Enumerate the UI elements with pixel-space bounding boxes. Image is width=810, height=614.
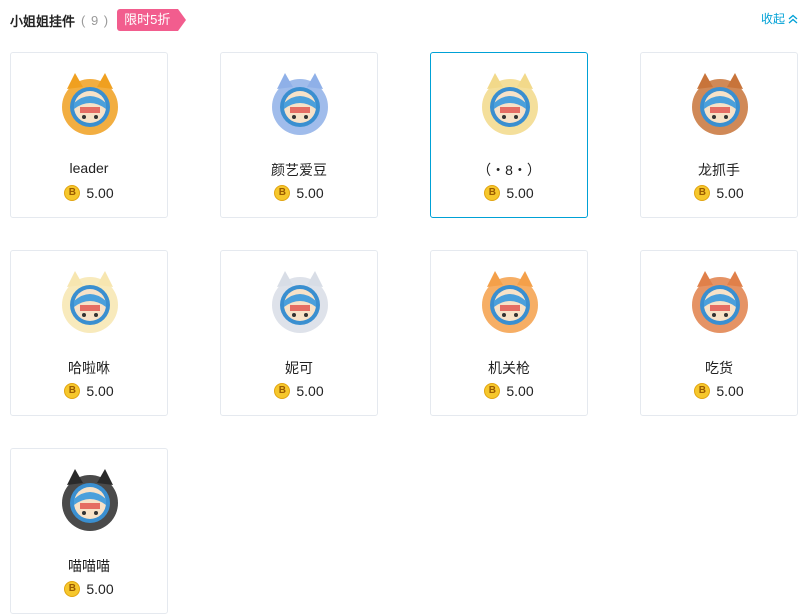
b-coin-icon: B [484, 185, 501, 201]
pendant-name: （・8・） [477, 162, 541, 178]
price-value: 5.00 [506, 185, 534, 201]
fox-ears-pendant-icon [685, 67, 755, 143]
pendant-price: B 5.00 [11, 185, 167, 201]
pendant-name: 哈啦咻 [68, 360, 110, 376]
pendant-price: B 5.00 [221, 383, 377, 399]
price-value: 5.00 [86, 185, 114, 201]
b-coin-icon: B [484, 383, 501, 399]
pendant-card[interactable]: 喵喵喵 B 5.00 [10, 448, 168, 614]
pendant-name: leader [69, 160, 109, 176]
section-header: 小姐姐挂件 ( 9 ) 限时5折 [10, 9, 187, 31]
pendant-card[interactable]: leader B 5.00 [10, 52, 168, 218]
pendant-card[interactable]: 机关枪 B 5.00 [430, 250, 588, 416]
pendant-price: B 5.00 [641, 383, 797, 399]
monkey-ears-pendant-icon [55, 67, 125, 143]
pendant-price: B 5.00 [11, 383, 167, 399]
price-value: 5.00 [716, 383, 744, 399]
b-coin-icon: B [694, 185, 711, 201]
price-value: 5.00 [86, 383, 114, 399]
bunny-ears-pendant-icon [265, 67, 335, 143]
pendant-card[interactable]: 吃货 B 5.00 [640, 250, 798, 416]
black-cat-pendant-icon [55, 463, 125, 539]
bow-bear-pendant-icon [475, 265, 545, 341]
pendant-price: B 5.00 [641, 185, 797, 201]
price-value: 5.00 [296, 383, 324, 399]
section-title: 小姐姐挂件 [10, 13, 76, 29]
collapse-label: 收起 [760, 12, 785, 26]
b-coin-icon: B [64, 581, 81, 597]
panda-pendant-icon [265, 265, 335, 341]
pendant-card[interactable]: （・8・） B 5.00 [430, 52, 588, 218]
b-coin-icon: B [274, 185, 291, 201]
pendant-card[interactable]: 龙抓手 B 5.00 [640, 52, 798, 218]
pendant-card[interactable]: 哈啦咻 B 5.00 [10, 250, 168, 416]
maid-pendant-icon [685, 265, 755, 341]
pendant-name: 龙抓手 [698, 162, 740, 178]
pendant-name: 机关枪 [488, 360, 530, 376]
pendant-price: B 5.00 [221, 185, 377, 201]
pendant-name: 颜艺爱豆 [271, 162, 327, 178]
price-value: 5.00 [86, 581, 114, 597]
b-coin-icon: B [274, 383, 291, 399]
pendant-card[interactable]: 妮可 B 5.00 [220, 250, 378, 416]
price-value: 5.00 [716, 185, 744, 201]
double-chevron-up-icon [788, 14, 798, 23]
b-coin-icon: B [694, 383, 711, 399]
pendant-price: B 5.00 [431, 383, 587, 399]
pendant-card[interactable]: 颜艺爱豆 B 5.00 [220, 52, 378, 218]
sheep-bell-pendant-icon [475, 67, 545, 143]
price-value: 5.00 [296, 185, 324, 201]
b-coin-icon: B [64, 383, 81, 399]
pendant-name: 喵喵喵 [68, 558, 110, 574]
price-value: 5.00 [506, 383, 534, 399]
cat-hood-pendant-icon [55, 265, 125, 341]
pendant-price: B 5.00 [431, 185, 587, 201]
discount-badge: 限时5折 [117, 9, 187, 31]
b-coin-icon: B [64, 185, 81, 201]
collapse-button[interactable]: 收起 [761, 10, 798, 27]
item-count: ( 9 ) [81, 12, 110, 28]
pendant-name: 妮可 [285, 360, 313, 376]
pendant-name: 吃货 [705, 360, 733, 376]
pendant-price: B 5.00 [11, 581, 167, 597]
